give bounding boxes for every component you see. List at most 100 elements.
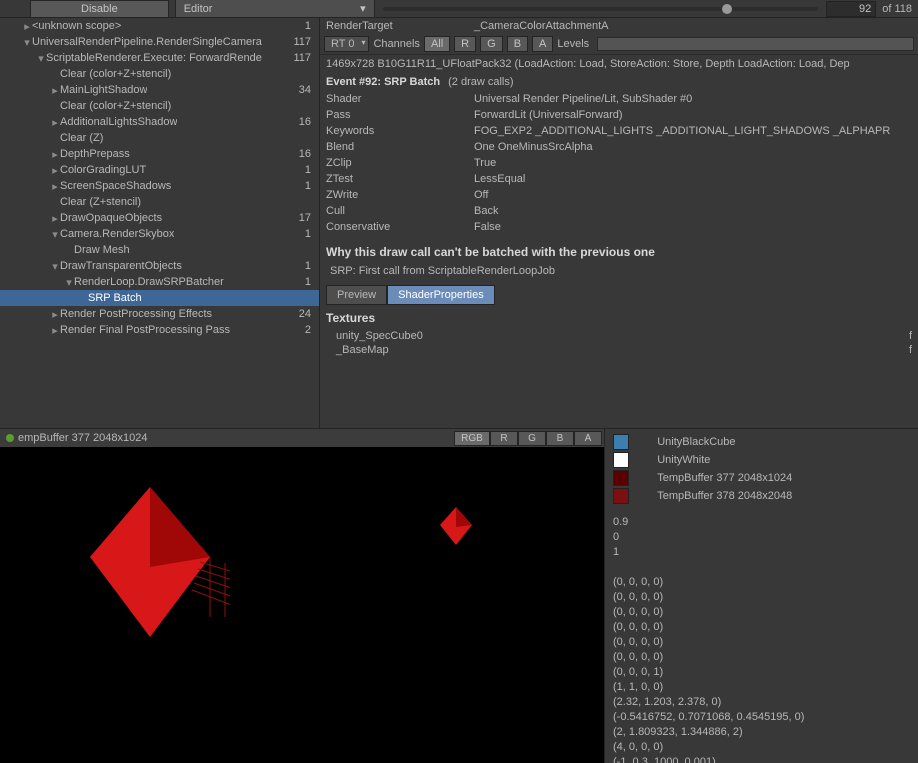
tree-arrow-icon[interactable]: ▸ xyxy=(50,212,60,225)
tree-label: DrawOpaqueObjects xyxy=(60,212,162,224)
texture-type: f xyxy=(909,330,912,342)
tree-row[interactable]: ▾Camera.RenderSkybox1 xyxy=(0,226,319,242)
inspector-value: (0, 0, 0, 1) xyxy=(613,665,910,680)
tree-arrow-icon[interactable]: ▸ xyxy=(50,308,60,321)
inspector-item[interactable]: UnityWhite xyxy=(613,451,910,469)
tree-count: 16 xyxy=(299,116,313,128)
tree-arrow-icon[interactable]: ▸ xyxy=(50,84,60,97)
inspector-item-label: TempBuffer 378 2048x2048 xyxy=(657,490,792,502)
tree-row[interactable]: ▸<unknown scope>1 xyxy=(0,18,319,34)
tree-row[interactable]: ▾DrawTransparentObjects1 xyxy=(0,258,319,274)
inspector-item-label: UnityWhite xyxy=(657,454,710,466)
slider-thumb[interactable] xyxy=(722,4,732,14)
tree-arrow-icon[interactable]: ▾ xyxy=(22,36,32,49)
tree-count: 1 xyxy=(305,20,313,32)
textures-head: Textures xyxy=(320,307,918,329)
channel-all-button[interactable]: All xyxy=(424,36,450,52)
tree-label: Clear (Z+stencil) xyxy=(60,196,141,208)
inspector-value: (4, 0, 0, 0) xyxy=(613,740,910,755)
tree-arrow-icon[interactable]: ▸ xyxy=(50,180,60,193)
toolbar: Disable Editor ▾ of 118 xyxy=(0,0,918,18)
tree-row[interactable]: SRP Batch xyxy=(0,290,319,306)
disable-button[interactable]: Disable xyxy=(30,0,169,18)
levels-slider[interactable] xyxy=(597,37,914,51)
tree-arrow-icon[interactable]: ▾ xyxy=(36,52,46,65)
tree-count: 1 xyxy=(305,164,313,176)
preview-rgb-button[interactable]: RGB xyxy=(454,431,490,446)
tree-label: ScriptableRenderer.Execute: ForwardRende xyxy=(46,52,262,64)
mode-dropdown[interactable]: Editor ▾ xyxy=(175,0,375,18)
tree-row[interactable]: ▸Render PostProcessing Effects24 xyxy=(0,306,319,322)
tree-row[interactable]: Clear (Z) xyxy=(0,130,319,146)
tree-arrow-icon[interactable]: ▸ xyxy=(22,20,32,33)
tree-row[interactable]: Clear (Z+stencil) xyxy=(0,194,319,210)
preview-b-button[interactable]: B xyxy=(546,431,574,446)
swatch-icon xyxy=(613,452,629,468)
tree-row[interactable]: ▾RenderLoop.DrawSRPBatcher1 xyxy=(0,274,319,290)
inspector-item[interactable]: TempBuffer 377 2048x1024 xyxy=(613,469,910,487)
tab-preview[interactable]: Preview xyxy=(326,285,387,305)
preview-a-button[interactable]: A xyxy=(574,431,602,446)
tree-row[interactable]: ▾ScriptableRenderer.Execute: ForwardRend… xyxy=(0,50,319,66)
tree-count: 1 xyxy=(305,228,313,240)
tree-arrow-icon[interactable]: ▸ xyxy=(50,148,60,161)
tree-label: DrawTransparentObjects xyxy=(60,260,182,272)
inspector-panel: UnityBlackCube UnityWhite TempBuffer 377… xyxy=(605,429,918,763)
tree-row[interactable]: ▸ColorGradingLUT1 xyxy=(0,162,319,178)
tree-count: 117 xyxy=(293,36,313,48)
preview-canvas[interactable] xyxy=(0,447,604,763)
tree-label: Render PostProcessing Effects xyxy=(60,308,212,320)
preview-r-button[interactable]: R xyxy=(490,431,518,446)
frame-input[interactable] xyxy=(826,1,876,17)
tree-row[interactable]: ▸Render Final PostProcessing Pass2 xyxy=(0,322,319,338)
frame-slider[interactable] xyxy=(383,7,819,11)
channel-b-button[interactable]: B xyxy=(507,36,528,52)
swatch-icon xyxy=(613,434,629,450)
batch-reason-head: Why this draw call can't be batched with… xyxy=(320,241,918,263)
rt-dropdown[interactable]: RT 0 xyxy=(324,36,369,52)
tree-label: Clear (color+Z+stencil) xyxy=(60,68,171,80)
tree-row[interactable]: ▸DrawOpaqueObjects17 xyxy=(0,210,319,226)
tree-row[interactable]: Clear (color+Z+stencil) xyxy=(0,98,319,114)
tree-count: 1 xyxy=(305,276,313,288)
tree-arrow-icon[interactable]: ▾ xyxy=(50,260,60,273)
tree-row[interactable]: Draw Mesh xyxy=(0,242,319,258)
inspector-item-label: UnityBlackCube xyxy=(657,436,735,448)
tree-row[interactable]: ▸ScreenSpaceShadows1 xyxy=(0,178,319,194)
preview-panel: empBuffer 377 2048x1024 RGB R G B A xyxy=(0,429,605,763)
tree-row[interactable]: Clear (color+Z+stencil) xyxy=(0,66,319,82)
inspector-item[interactable]: UnityBlackCube xyxy=(613,433,910,451)
prop-value: False xyxy=(474,221,501,233)
tree-arrow-icon[interactable]: ▸ xyxy=(50,116,60,129)
tree-count: 16 xyxy=(299,148,313,160)
event-tree[interactable]: ▸<unknown scope>1▾UniversalRenderPipelin… xyxy=(0,18,320,428)
inspector-value xyxy=(613,560,910,575)
tree-row[interactable]: ▸MainLightShadow34 xyxy=(0,82,319,98)
tree-arrow-icon[interactable]: ▾ xyxy=(64,276,74,289)
texture-name: unity_SpecCube0 xyxy=(336,330,423,342)
inspector-item[interactable]: TempBuffer 378 2048x2048 xyxy=(613,487,910,505)
tree-count: 117 xyxy=(293,52,313,64)
inspector-value: (2, 1.809323, 1.344886, 2) xyxy=(613,725,910,740)
preview-g-button[interactable]: G xyxy=(518,431,546,446)
channel-a-button[interactable]: A xyxy=(532,36,553,52)
tree-arrow-icon[interactable]: ▸ xyxy=(50,324,60,337)
tree-row[interactable]: ▸DepthPrepass16 xyxy=(0,146,319,162)
render-target-value: _CameraColorAttachmentA xyxy=(474,20,609,32)
tree-arrow-icon[interactable]: ▾ xyxy=(50,228,60,241)
tab-shader-properties[interactable]: ShaderProperties xyxy=(387,285,495,305)
tree-label: UniversalRenderPipeline.RenderSingleCame… xyxy=(32,36,262,48)
tree-arrow-icon[interactable]: ▸ xyxy=(50,164,60,177)
inspector-value: (-0.5416752, 0.7071068, 0.4545195, 0) xyxy=(613,710,910,725)
tree-row[interactable]: ▾UniversalRenderPipeline.RenderSingleCam… xyxy=(0,34,319,50)
channel-r-button[interactable]: R xyxy=(454,36,476,52)
texture-row[interactable]: _BaseMapf xyxy=(320,343,918,357)
tree-label: ScreenSpaceShadows xyxy=(60,180,171,192)
tree-label: Clear (color+Z+stencil) xyxy=(60,100,171,112)
channel-g-button[interactable]: G xyxy=(480,36,503,52)
texture-row[interactable]: unity_SpecCube0 f xyxy=(320,329,918,343)
inspector-value: (-1, 0.3, 1000, 0.001) xyxy=(613,755,910,763)
prop-value: One OneMinusSrcAlpha xyxy=(474,141,593,153)
tree-row[interactable]: ▸AdditionalLightsShadow16 xyxy=(0,114,319,130)
inspector-value: (0, 0, 0, 0) xyxy=(613,650,910,665)
